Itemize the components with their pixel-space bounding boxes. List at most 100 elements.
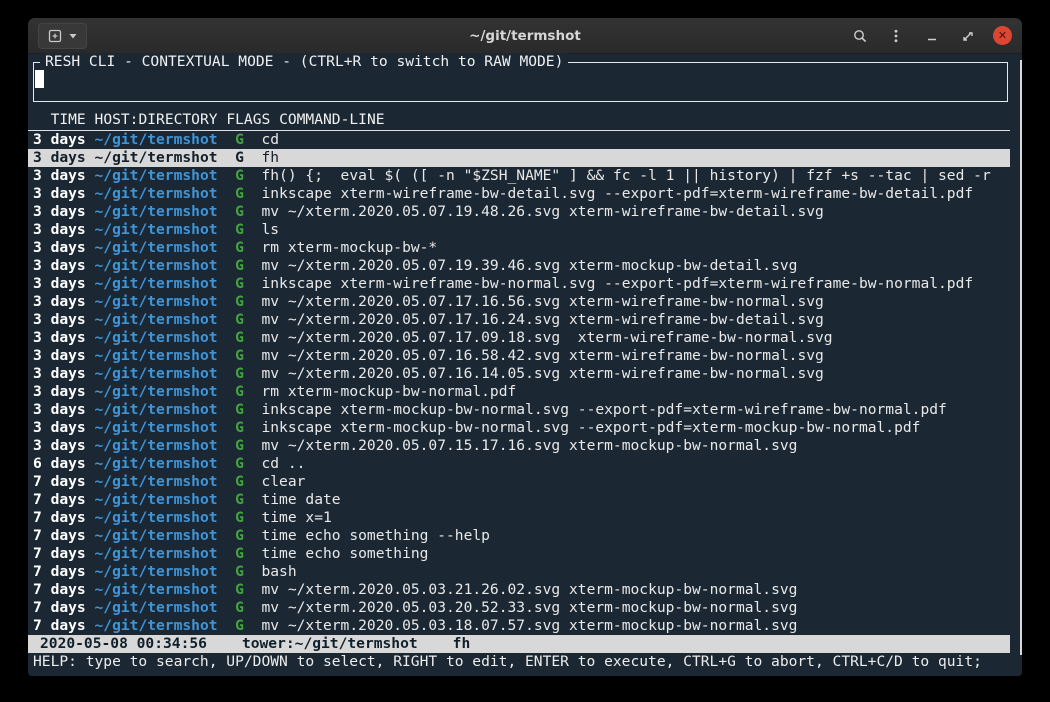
history-row[interactable]: 3 days ~/git/termshot G mv ~/xterm.2020.… — [28, 347, 1010, 365]
row-time: 3 days — [33, 347, 86, 364]
row-flags: G — [235, 167, 244, 184]
new-tab-icon — [47, 28, 63, 44]
history-row[interactable]: 3 days ~/git/termshot G rm xterm-mockup-… — [28, 383, 1010, 401]
history-row[interactable]: 3 days ~/git/termshot G inkscape xterm-m… — [28, 401, 1010, 419]
row-host: ~/git/termshot — [95, 203, 218, 220]
history-row[interactable]: 3 days ~/git/termshot G mv ~/xterm.2020.… — [28, 311, 1010, 329]
row-time: 3 days — [33, 419, 86, 436]
terminal-window: ~/git/termshot — [28, 18, 1022, 676]
row-time: 7 days — [33, 563, 86, 580]
row-time: 3 days — [33, 239, 86, 256]
history-row[interactable]: 3 days ~/git/termshot G ls — [28, 221, 1010, 239]
row-time: 7 days — [33, 599, 86, 616]
history-row[interactable]: 3 days ~/git/termshot G fh() {; eval $( … — [28, 167, 1010, 185]
row-command: time x=1 — [261, 509, 331, 526]
row-command: mv ~/xterm.2020.05.03.21.26.02.svg xterm… — [261, 581, 797, 598]
history-row[interactable]: 7 days ~/git/termshot G mv ~/xterm.2020.… — [28, 581, 1010, 599]
row-time: 3 days — [33, 185, 86, 202]
row-host: ~/git/termshot — [95, 473, 218, 490]
row-flags: G — [235, 365, 244, 382]
row-time: 3 days — [33, 149, 86, 166]
row-command: mv ~/xterm.2020.05.03.18.07.57.svg xterm… — [261, 617, 797, 634]
history-row[interactable]: 6 days ~/git/termshot G cd .. — [28, 455, 1010, 473]
history-row[interactable]: 7 days ~/git/termshot G time date — [28, 491, 1010, 509]
row-command: cd .. — [261, 455, 305, 472]
history-row[interactable]: 7 days ~/git/termshot G mv ~/xterm.2020.… — [28, 599, 1010, 617]
row-host: ~/git/termshot — [95, 581, 218, 598]
row-flags: G — [235, 185, 244, 202]
new-tab-button[interactable] — [38, 23, 87, 49]
chevron-down-icon — [68, 31, 78, 41]
row-time: 7 days — [33, 527, 86, 544]
row-host: ~/git/termshot — [95, 149, 218, 166]
row-host: ~/git/termshot — [95, 491, 218, 508]
row-command: fh() {; eval $( ([ -n "$ZSH_NAME" ] && f… — [261, 167, 990, 184]
row-command: mv ~/xterm.2020.05.07.17.16.56.svg xterm… — [261, 293, 823, 310]
row-time: 3 days — [33, 329, 86, 346]
row-command: mv ~/xterm.2020.05.07.15.17.16.svg xterm… — [261, 437, 797, 454]
row-flags: G — [235, 617, 244, 634]
row-time: 3 days — [33, 203, 86, 220]
history-row[interactable]: 3 days ~/git/termshot G inkscape xterm-w… — [28, 275, 1010, 293]
row-flags: G — [235, 131, 244, 148]
row-host: ~/git/termshot — [95, 311, 218, 328]
row-flags: G — [235, 311, 244, 328]
row-host: ~/git/termshot — [95, 455, 218, 472]
history-row[interactable]: 3 days ~/git/termshot G mv ~/xterm.2020.… — [28, 293, 1010, 311]
row-time: 7 days — [33, 473, 86, 490]
row-time: 7 days — [33, 509, 86, 526]
header-host: HOST:DIRECTORY — [95, 111, 218, 128]
row-time: 6 days — [33, 455, 86, 472]
row-host: ~/git/termshot — [95, 365, 218, 382]
row-command: clear — [261, 473, 305, 490]
history-row[interactable]: 7 days ~/git/termshot G time x=1 — [28, 509, 1010, 527]
close-button[interactable]: ✕ — [993, 26, 1012, 45]
history-row[interactable]: 7 days ~/git/termshot G mv ~/xterm.2020.… — [28, 617, 1010, 635]
minimize-button[interactable] — [921, 25, 943, 47]
row-flags: G — [235, 149, 244, 166]
row-flags: G — [235, 347, 244, 364]
kebab-menu-icon — [888, 28, 904, 44]
row-time: 3 days — [33, 221, 86, 238]
row-command: inkscape xterm-wireframe-bw-normal.svg -… — [261, 275, 973, 292]
history-row[interactable]: 3 days ~/git/termshot G mv ~/xterm.2020.… — [28, 437, 1010, 455]
row-flags: G — [235, 275, 244, 292]
menu-button[interactable] — [885, 25, 907, 47]
history-row[interactable]: 3 days ~/git/termshot G inkscape xterm-m… — [28, 419, 1010, 437]
row-time: 3 days — [33, 401, 86, 418]
history-row[interactable]: 7 days ~/git/termshot G time echo someth… — [28, 527, 1010, 545]
history-row[interactable]: 3 days ~/git/termshot G cd — [28, 131, 1010, 149]
search-icon — [852, 28, 868, 44]
history-row[interactable]: 3 days ~/git/termshot G mv ~/xterm.2020.… — [28, 257, 1010, 275]
search-button[interactable] — [849, 25, 871, 47]
row-command: ls — [261, 221, 279, 238]
history-row[interactable]: 3 days ~/git/termshot G fh — [28, 149, 1010, 167]
row-command: mv ~/xterm.2020.05.07.16.14.05.svg xterm… — [261, 365, 823, 382]
row-flags: G — [235, 419, 244, 436]
header-time: TIME — [51, 111, 86, 128]
row-flags: G — [235, 473, 244, 490]
history-row[interactable]: 7 days ~/git/termshot G time echo someth… — [28, 545, 1010, 563]
row-host: ~/git/termshot — [95, 329, 218, 346]
row-command: rm xterm-mockup-bw-* — [261, 239, 437, 256]
row-command: mv ~/xterm.2020.05.07.17.09.18.svg xterm… — [261, 329, 832, 346]
row-flags: G — [235, 599, 244, 616]
history-row[interactable]: 7 days ~/git/termshot G bash — [28, 563, 1010, 581]
row-host: ~/git/termshot — [95, 545, 218, 562]
row-command: cd — [261, 131, 279, 148]
history-row[interactable]: 3 days ~/git/termshot G mv ~/xterm.2020.… — [28, 329, 1010, 347]
search-input-box[interactable]: RESH CLI - CONTEXTUAL MODE - (CTRL+R to … — [33, 62, 1008, 102]
row-host: ~/git/termshot — [95, 563, 218, 580]
row-flags: G — [235, 383, 244, 400]
history-row[interactable]: 7 days ~/git/termshot G clear — [28, 473, 1010, 491]
history-row[interactable]: 3 days ~/git/termshot G mv ~/xterm.2020.… — [28, 365, 1010, 383]
row-host: ~/git/termshot — [95, 599, 218, 616]
row-command: mv ~/xterm.2020.05.07.16.58.42.svg xterm… — [261, 347, 823, 364]
scrollbar[interactable] — [1020, 60, 1022, 655]
history-row[interactable]: 3 days ~/git/termshot G rm xterm-mockup-… — [28, 239, 1010, 257]
window-title: ~/git/termshot — [469, 28, 581, 44]
search-box-title: RESH CLI - CONTEXTUAL MODE - (CTRL+R to … — [40, 53, 568, 71]
history-row[interactable]: 3 days ~/git/termshot G inkscape xterm-w… — [28, 185, 1010, 203]
restore-button[interactable] — [957, 25, 979, 47]
history-row[interactable]: 3 days ~/git/termshot G mv ~/xterm.2020.… — [28, 203, 1010, 221]
